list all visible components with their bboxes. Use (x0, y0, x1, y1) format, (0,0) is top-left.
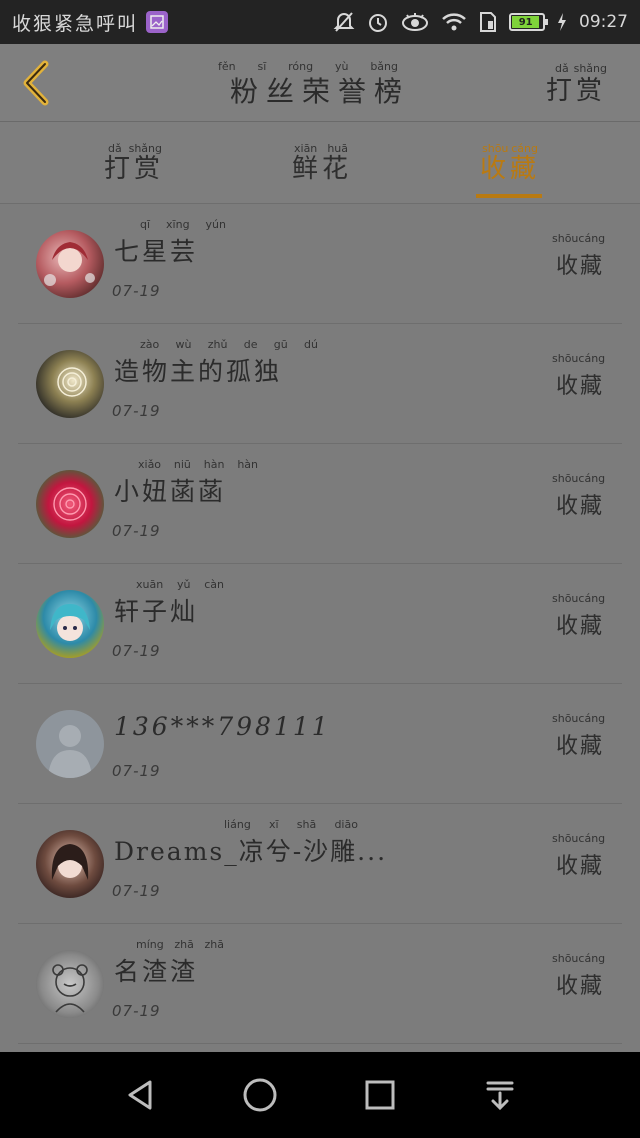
nav-home-button[interactable] (235, 1070, 285, 1120)
status-right: 91 09:27 (333, 11, 628, 33)
fan-name: 名渣渣 (114, 957, 199, 986)
favorite-label: 收藏 (555, 374, 604, 399)
fan-date: 07-19 (112, 882, 161, 900)
name-pinyin: zào wù zhǔ de gū dú (140, 338, 318, 351)
favorite-label: 收藏 (555, 254, 604, 279)
battery-icon: 91 (509, 13, 548, 31)
mute-icon (333, 11, 355, 33)
list-item[interactable]: 136***798111 07-19 shōu cáng 收藏 (18, 684, 622, 804)
fan-date: 07-19 (112, 642, 161, 660)
fan-date: 07-19 (112, 522, 161, 540)
avatar[interactable] (36, 950, 104, 1018)
favorite-label: 收藏 (555, 854, 604, 879)
tab-favorites[interactable]: 收藏 (480, 148, 540, 185)
fan-list[interactable]: qī xīng yún 七星芸 07-19 shōu cáng 收藏 zào wù zhǔ… (0, 204, 640, 1052)
avatar[interactable] (36, 230, 104, 298)
action-pinyin: shōu cáng (552, 952, 606, 965)
recents-square-icon (365, 1080, 395, 1110)
gallery-icon (146, 11, 169, 33)
list-item[interactable]: xiǎo niū hàn hàn 小妞菡菡 07-19 shōu cáng 收藏 (18, 444, 622, 564)
battery-level: 91 (512, 16, 540, 28)
favorite-label: 收藏 (555, 614, 604, 639)
fan-name: 小妞菡菡 (114, 477, 227, 506)
status-left: 收狠紧急呼叫 (12, 9, 169, 36)
app-header: fěn sī róng yù bǎng 粉丝荣誉榜 dǎ shǎng 打赏 (0, 44, 640, 122)
eye-icon (401, 12, 429, 32)
favorite-label: 收藏 (555, 974, 604, 999)
notification-pull-icon (486, 1081, 514, 1111)
active-tab-indicator (476, 194, 542, 198)
charging-icon (557, 12, 567, 32)
fan-name: 136***798111 (114, 712, 331, 741)
wifi-icon (441, 12, 467, 32)
action-pinyin: shōu cáng (552, 352, 606, 365)
tab-flowers[interactable]: 鲜花 (292, 148, 352, 185)
favorite-label: 收藏 (555, 734, 604, 759)
avatar[interactable] (36, 470, 104, 538)
tab-reward[interactable]: 打赏 (104, 148, 164, 185)
action-pinyin: shōu cáng (552, 472, 606, 485)
action-pinyin: shōu cáng (552, 832, 606, 845)
tab-bar: dǎ shǎng 打赏 xiān huā 鲜花 shōu cáng 收藏 (0, 122, 640, 204)
fan-name: 轩子灿 (114, 597, 199, 626)
system-nav-bar (0, 1052, 640, 1138)
list-item[interactable]: xuān yǔ càn 轩子灿 07-19 shōu cáng 收藏 (18, 564, 622, 684)
fan-date: 07-19 (112, 282, 161, 300)
name-pinyin: míng zhā zhā (136, 938, 224, 951)
fan-date: 07-19 (112, 1002, 161, 1020)
clock: 09:27 (579, 12, 628, 32)
home-circle-icon (243, 1078, 277, 1112)
nav-back-button[interactable] (115, 1070, 165, 1120)
carrier-text: 收狠紧急呼叫 (12, 12, 139, 35)
list-item[interactable]: zào wù zhǔ de gū dú 造物主的孤独 07-19 shōu cáng 收藏 (18, 324, 622, 444)
name-pinyin: xuān yǔ càn (136, 578, 224, 591)
name-pinyin: qī xīng yún (140, 218, 226, 231)
avatar[interactable] (36, 710, 104, 778)
status-bar: 收狠紧急呼叫 91 09:27 (0, 0, 640, 44)
reward-button[interactable]: 打赏 (546, 70, 606, 107)
list-item[interactable]: liáng xī shā diāo Dreams_凉兮-沙雕... 07-19 shō… (18, 804, 622, 924)
avatar[interactable] (36, 590, 104, 658)
avatar[interactable] (36, 350, 104, 418)
alarm-icon (367, 11, 389, 33)
action-pinyin: shōu cáng (552, 232, 606, 245)
list-item[interactable]: míng zhā zhā 名渣渣 07-19 shōu cáng 收藏 (18, 924, 622, 1044)
action-pinyin: shōu cáng (552, 592, 606, 605)
page-title: 粉丝荣誉榜 (229, 75, 410, 108)
nav-notification-button[interactable] (475, 1070, 525, 1120)
fan-name: 七星芸 (114, 237, 199, 266)
back-triangle-icon (128, 1080, 152, 1110)
sim-icon (479, 11, 497, 33)
favorite-label: 收藏 (555, 494, 604, 519)
fan-name: 造物主的孤独 (114, 357, 283, 386)
action-pinyin: shōu cáng (552, 712, 606, 725)
avatar[interactable] (36, 830, 104, 898)
fan-name: Dreams_凉兮-沙雕... (114, 837, 388, 866)
list-item[interactable]: qī xīng yún 七星芸 07-19 shōu cáng 收藏 (18, 204, 622, 324)
name-pinyin: liáng xī shā diāo (224, 818, 358, 831)
nav-recents-button[interactable] (355, 1070, 405, 1120)
fan-date: 07-19 (112, 402, 161, 420)
name-pinyin: xiǎo niū hàn hàn (138, 458, 258, 471)
fan-date: 07-19 (112, 762, 161, 780)
